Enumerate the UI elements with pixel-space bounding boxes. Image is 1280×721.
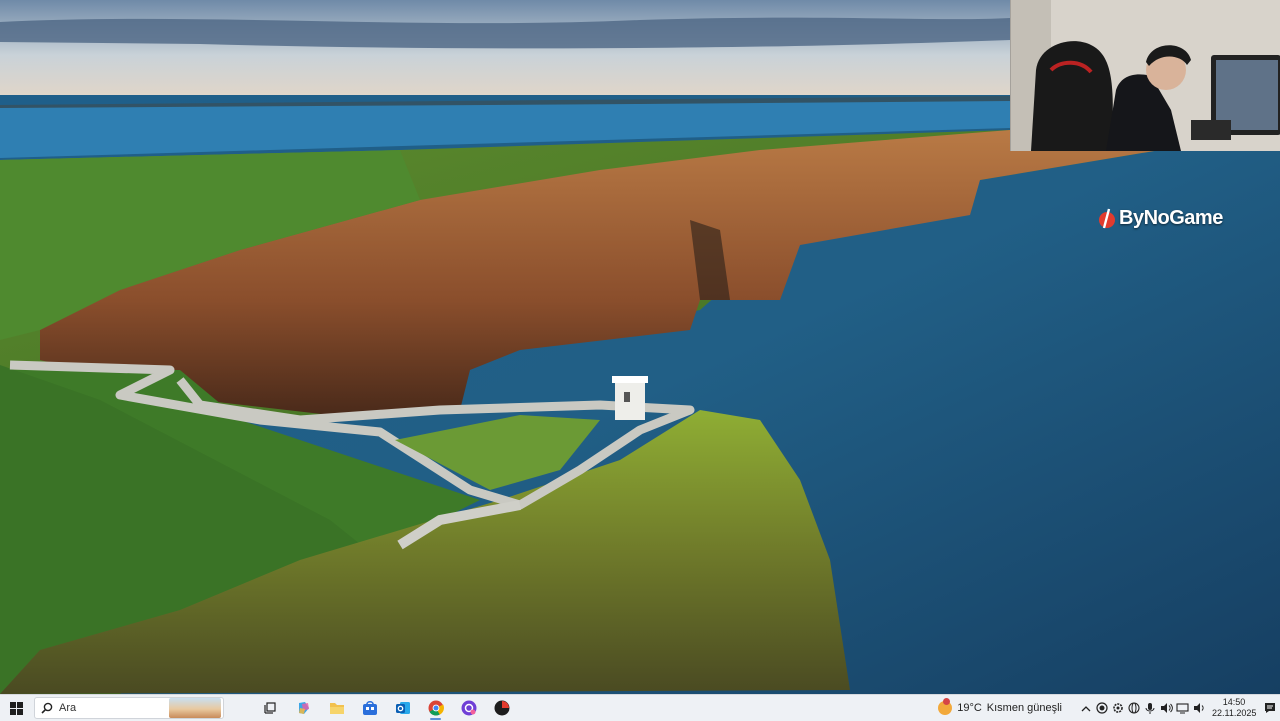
volume-button[interactable] xyxy=(1158,695,1174,721)
task-view-icon xyxy=(263,702,276,714)
red-app-button[interactable] xyxy=(485,695,518,721)
weather-condition: Kısmen güneşli xyxy=(986,702,1062,714)
notifications-button[interactable] xyxy=(1260,702,1280,714)
search-highlight-image xyxy=(169,698,221,718)
file-explorer-button[interactable] xyxy=(320,695,353,721)
bynogame-logo: ByNoGame xyxy=(1098,207,1223,230)
network-button[interactable] xyxy=(1174,695,1190,721)
webcam-overlay xyxy=(1010,0,1280,151)
copilot-button[interactable] xyxy=(287,695,320,721)
start-button[interactable] xyxy=(2,695,30,721)
chrome-icon xyxy=(428,700,444,716)
windows-icon xyxy=(9,701,23,715)
copilot-icon xyxy=(298,702,309,714)
clock-date: 22.11.2025 xyxy=(1212,708,1257,718)
search-icon xyxy=(41,702,53,714)
search-placeholder: Ara xyxy=(59,702,77,714)
chrome-button[interactable] xyxy=(419,695,452,721)
taskbar-search-box[interactable]: Ara xyxy=(34,697,224,719)
outlook-icon xyxy=(395,702,410,714)
show-hidden-icons-button[interactable] xyxy=(1078,695,1094,721)
gear-icon xyxy=(1113,703,1123,713)
notification-icon xyxy=(1265,703,1275,713)
globe-icon xyxy=(1128,702,1140,714)
tray-record-button[interactable] xyxy=(1094,695,1110,721)
bynogame-logo-text: ByNoGame xyxy=(1119,207,1223,229)
speaker-icon xyxy=(1160,703,1173,713)
red-app-icon xyxy=(494,700,509,716)
bynogame-logo-icon xyxy=(1099,208,1115,228)
network-ethernet-icon xyxy=(1175,702,1189,713)
microphone-icon xyxy=(1145,702,1155,714)
microsoft-store-button[interactable] xyxy=(353,695,386,721)
record-icon xyxy=(1096,702,1108,714)
store-icon xyxy=(362,701,377,715)
folder-icon xyxy=(329,703,344,714)
tray-app-button[interactable] xyxy=(1110,695,1126,721)
task-view-button[interactable] xyxy=(254,695,287,721)
purple-app-button[interactable] xyxy=(452,695,485,721)
taskbar-clock[interactable]: 14:50 22.11.2025 xyxy=(1212,697,1256,719)
system-tray: 19°C Kısmen güneşli 14:50 22.11.2025 xyxy=(938,695,1280,721)
volume-icon xyxy=(1193,703,1204,713)
clock-time: 14:50 xyxy=(1222,697,1246,707)
tray-speaker-2-button[interactable] xyxy=(1190,695,1208,721)
microphone-button[interactable] xyxy=(1142,695,1158,721)
purple-app-icon xyxy=(461,700,476,716)
taskbar: Ara 19°C Kısmen güneşli 14:50 22.11.2025 xyxy=(0,694,1280,721)
outlook-button[interactable] xyxy=(386,695,419,721)
weather-partly-sunny-icon xyxy=(938,698,953,715)
tray-network-app-button[interactable] xyxy=(1126,695,1142,721)
weather-widget[interactable]: 19°C Kısmen güneşli xyxy=(938,698,1062,715)
chevron-up-icon xyxy=(1081,705,1091,711)
weather-temperature: 19°C xyxy=(957,702,982,714)
